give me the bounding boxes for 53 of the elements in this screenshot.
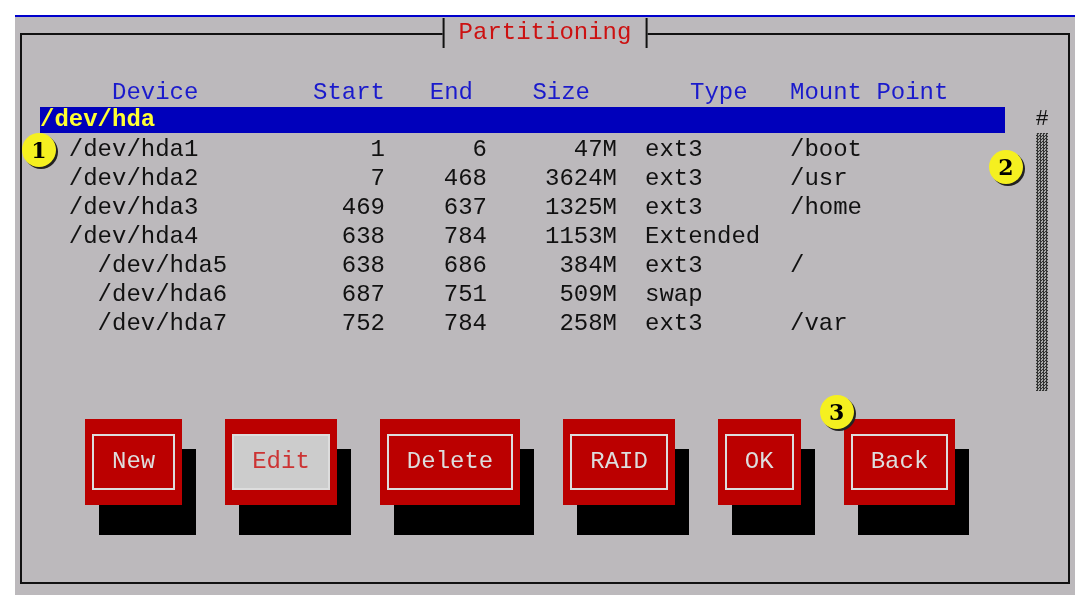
- callout-marker: 3: [819, 395, 854, 429]
- type-cell-text: ext3: [644, 135, 703, 164]
- column-header: Size: [531, 78, 591, 107]
- end-cell-text: 637: [442, 193, 487, 222]
- mount-point-cell: /var: [790, 309, 848, 338]
- type-cell-text: ext3: [644, 164, 703, 193]
- callout-marker: 2: [989, 150, 1023, 184]
- column-header: Mount Point: [790, 78, 949, 107]
- size-cell-text: 1153M: [544, 222, 617, 251]
- end-cell-text: 784: [442, 309, 487, 338]
- start-cell-text: 1: [369, 135, 385, 164]
- start-cell-text: 687: [340, 280, 385, 309]
- column-header: End: [428, 78, 474, 107]
- size-cell-text: 509M: [558, 280, 617, 309]
- size-cell-text: 258M: [558, 309, 617, 338]
- size-cell-text: 3624M: [544, 164, 617, 193]
- column-header: Device: [111, 78, 199, 107]
- type-cell-text: ext3: [644, 251, 703, 280]
- end-cell-text: 784: [442, 222, 487, 251]
- end-cell-text: 751: [442, 280, 487, 309]
- device-cell[interactable]: /dev/hda1: [68, 135, 199, 164]
- mount-point-cell: /usr: [790, 164, 848, 193]
- type-cell-text: swap: [644, 280, 703, 309]
- column-header: Type: [689, 78, 748, 107]
- mount-point-cell: /home: [790, 193, 862, 222]
- device-cell[interactable]: /dev/hda2: [68, 164, 199, 193]
- device-cell[interactable]: /dev/hda6: [97, 280, 228, 309]
- device-cell[interactable]: /dev/hda7: [97, 309, 228, 338]
- size-cell-text: 47M: [572, 135, 617, 164]
- start-cell-text: 638: [340, 222, 385, 251]
- window-title: Partitioning: [442, 18, 648, 48]
- type-cell-text: ext3: [644, 309, 703, 338]
- type-cell-text: Extended: [644, 222, 761, 251]
- size-cell-text: 384M: [558, 251, 617, 280]
- start-cell-text: 752: [340, 309, 385, 338]
- end-cell-text: 468: [442, 164, 487, 193]
- size-cell-text: 1325M: [544, 193, 617, 222]
- mount-point-cell: /: [790, 251, 805, 280]
- column-header: Start: [312, 78, 385, 107]
- type-cell-text: ext3: [644, 193, 703, 222]
- start-cell-text: 7: [369, 164, 385, 193]
- end-cell-text: 686: [442, 251, 487, 280]
- end-cell-text: 6: [471, 135, 487, 164]
- device-cell[interactable]: /dev/hda5: [97, 251, 228, 280]
- device-cell[interactable]: /dev/hda3: [68, 193, 199, 222]
- callout-marker: 1: [22, 133, 56, 167]
- disk-row[interactable]: /dev/hda: [40, 107, 1005, 133]
- start-cell-text: 469: [340, 193, 385, 222]
- start-cell-text: 638: [340, 251, 385, 280]
- scroll-marker: #: [1035, 107, 1049, 133]
- device-cell[interactable]: /dev/hda4: [68, 222, 199, 251]
- mount-point-cell: /boot: [790, 135, 862, 164]
- scrollbar[interactable]: [1036, 133, 1048, 391]
